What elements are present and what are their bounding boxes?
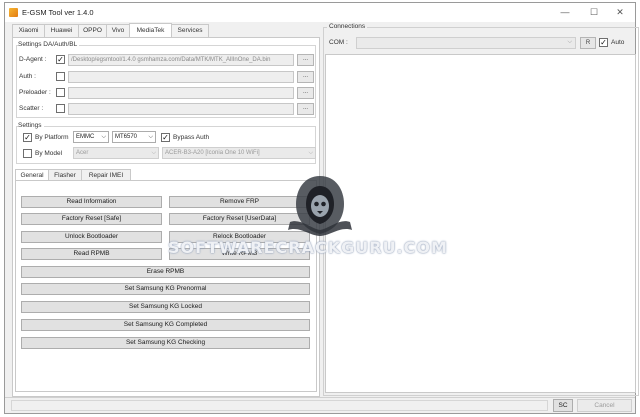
settings-title: Settings	[18, 122, 44, 129]
scatter-browse-button[interactable]: ...	[297, 103, 314, 115]
tab-mediatek[interactable]: MediaTek	[129, 23, 172, 37]
window-title: E-GSM Tool ver 1.4.0	[22, 8, 94, 17]
by-model-checkbox[interactable]	[23, 149, 32, 158]
app-logo-icon	[9, 8, 18, 17]
scatter-path-field[interactable]	[68, 103, 294, 115]
kg-prenormal-button[interactable]: Set Samsung KG Prenormal	[21, 283, 310, 295]
status-bar: SC Cancel	[5, 397, 635, 413]
chevron-down-icon: ⌵	[308, 150, 313, 156]
bypass-auth-checkbox[interactable]: ✓	[161, 133, 170, 142]
close-icon[interactable]: ✕	[609, 5, 631, 19]
watermark-hooded-figure-icon	[288, 176, 352, 236]
d-agent-checkbox[interactable]: ✓	[56, 55, 65, 64]
com-label: COM :	[329, 39, 348, 46]
brand-select[interactable]: Acer ⌵	[73, 147, 159, 159]
status-field	[11, 400, 548, 411]
chevron-down-icon: ⌵	[148, 134, 153, 140]
chip-select[interactable]: MT6570 ⌵	[112, 131, 156, 143]
connections-title: Connections	[327, 23, 368, 30]
refresh-ports-button[interactable]: R	[580, 37, 596, 49]
log-output[interactable]	[325, 54, 636, 393]
factory-reset-safe-button[interactable]: Factory Reset [Safe]	[21, 213, 162, 225]
d-agent-path-field[interactable]: /Desktop/egsmtool/1.4.0 gsmhamza.com/Dat…	[68, 54, 294, 66]
d-agent-label: D-Agent :	[19, 56, 47, 63]
maximize-icon[interactable]: ☐	[583, 5, 605, 19]
checkmark-icon: ✓	[162, 133, 169, 142]
checkmark-icon: ✓	[24, 133, 31, 142]
model-select[interactable]: ACER-B3-A20 [Iconia One 10 WiFi] ⌵	[162, 147, 316, 159]
erase-rpmb-button[interactable]: Erase RPMB	[21, 266, 310, 278]
auth-label: Auth :	[19, 73, 36, 80]
preloader-browse-button[interactable]: ...	[297, 87, 314, 99]
sc-button[interactable]: SC	[553, 399, 573, 412]
chip-value: MT6570	[115, 134, 138, 140]
da-settings-title: Settings DA/Auth/BL	[18, 41, 80, 48]
read-rpmb-button[interactable]: Read RPMB	[21, 248, 162, 260]
preloader-checkbox[interactable]	[56, 88, 65, 97]
storage-select[interactable]: EMMC ⌵	[73, 131, 109, 143]
chevron-down-icon: ⌵	[101, 134, 106, 140]
auto-checkbox[interactable]: ✓	[599, 38, 608, 47]
checkmark-icon: ✓	[57, 55, 64, 64]
brand-value: Acer	[76, 150, 89, 156]
preloader-path-field[interactable]	[68, 87, 294, 99]
scatter-checkbox[interactable]	[56, 104, 65, 113]
kg-completed-button[interactable]: Set Samsung KG Completed	[21, 319, 310, 331]
checkmark-icon: ✓	[600, 38, 607, 47]
model-value: ACER-B3-A20 [Iconia One 10 WiFi]	[165, 150, 260, 156]
vendor-tabs: Xiaomi Huawei OPPO Vivo MediaTek Service…	[12, 23, 209, 38]
auth-checkbox[interactable]	[56, 72, 65, 81]
chevron-down-icon: ⌵	[151, 150, 156, 156]
preloader-label: Preloader :	[19, 89, 51, 96]
chevron-down-icon: ⌵	[567, 39, 572, 45]
general-panel: Read Information Remove FRP Factory Rese…	[15, 180, 317, 392]
storage-value: EMMC	[76, 134, 95, 140]
tab-services[interactable]: Services	[171, 24, 209, 37]
minimize-icon[interactable]: —	[554, 5, 576, 19]
com-port-select[interactable]: ⌵	[356, 37, 576, 49]
auto-label: Auto	[611, 39, 625, 46]
tab-vivo[interactable]: Vivo	[106, 24, 130, 37]
unlock-bootloader-button[interactable]: Unlock Bootloader	[21, 231, 162, 243]
by-model-label: By Model	[35, 150, 63, 157]
by-platform-label: By Platform	[35, 134, 69, 141]
bypass-auth-label: Bypass Auth	[173, 134, 210, 141]
by-platform-checkbox[interactable]: ✓	[23, 133, 32, 142]
d-agent-browse-button[interactable]: ...	[297, 54, 314, 66]
tab-xiaomi[interactable]: Xiaomi	[12, 24, 45, 37]
title-bar: E-GSM Tool ver 1.4.0 — ☐ ✕	[5, 3, 635, 22]
tab-huawei[interactable]: Huawei	[44, 24, 79, 37]
read-information-button[interactable]: Read Information	[21, 196, 162, 208]
kg-locked-button[interactable]: Set Samsung KG Locked	[21, 301, 310, 313]
kg-checking-button[interactable]: Set Samsung KG Checking	[21, 337, 310, 349]
scatter-label: Scatter :	[19, 105, 44, 112]
auth-browse-button[interactable]: ...	[297, 71, 314, 83]
cancel-button[interactable]: Cancel	[577, 399, 632, 412]
tab-oppo[interactable]: OPPO	[78, 24, 107, 37]
watermark-text: SOFTWARECRACKGURU.COM	[168, 238, 448, 257]
auth-path-field[interactable]	[68, 71, 294, 83]
